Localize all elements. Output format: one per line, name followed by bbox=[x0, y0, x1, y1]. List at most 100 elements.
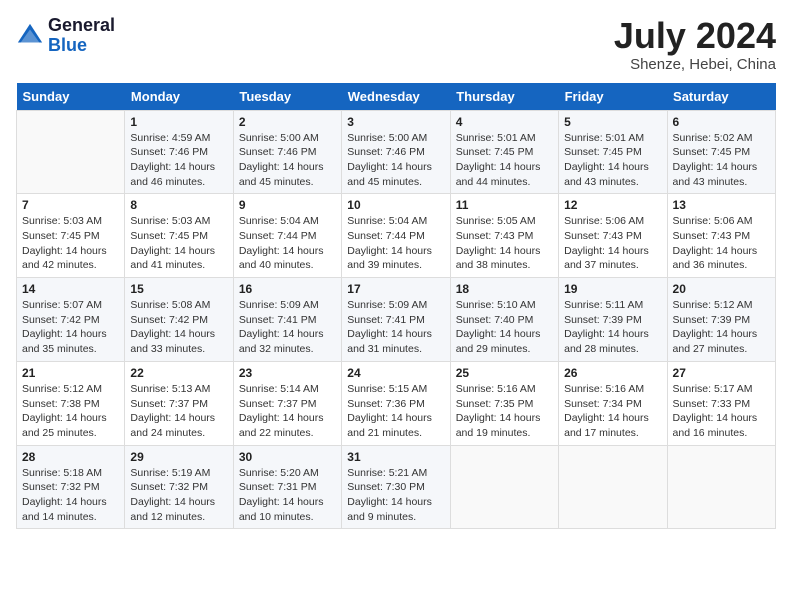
day-number: 10 bbox=[347, 198, 444, 212]
day-number: 27 bbox=[673, 366, 770, 380]
day-number: 28 bbox=[22, 450, 119, 464]
day-number: 2 bbox=[239, 115, 336, 129]
day-info: Sunrise: 5:12 AM Sunset: 7:38 PM Dayligh… bbox=[22, 382, 119, 441]
day-info: Sunrise: 5:19 AM Sunset: 7:32 PM Dayligh… bbox=[130, 466, 227, 525]
calendar-cell: 9 Sunrise: 5:04 AM Sunset: 7:44 PM Daylig… bbox=[233, 194, 341, 278]
calendar-cell: 29 Sunrise: 5:19 AM Sunset: 7:32 PM Dayli… bbox=[125, 445, 233, 529]
day-info: Sunrise: 5:05 AM Sunset: 7:43 PM Dayligh… bbox=[456, 214, 553, 273]
calendar-cell: 6 Sunrise: 5:02 AM Sunset: 7:45 PM Daylig… bbox=[667, 110, 775, 194]
day-of-week-header: Sunday bbox=[17, 83, 125, 111]
calendar-cell: 30 Sunrise: 5:20 AM Sunset: 7:31 PM Dayli… bbox=[233, 445, 341, 529]
day-of-week-header: Friday bbox=[559, 83, 667, 111]
day-number: 5 bbox=[564, 115, 661, 129]
day-info: Sunrise: 5:01 AM Sunset: 7:45 PM Dayligh… bbox=[456, 131, 553, 190]
calendar-cell: 8 Sunrise: 5:03 AM Sunset: 7:45 PM Daylig… bbox=[125, 194, 233, 278]
day-number: 29 bbox=[130, 450, 227, 464]
calendar-cell: 17 Sunrise: 5:09 AM Sunset: 7:41 PM Dayli… bbox=[342, 278, 450, 362]
day-info: Sunrise: 5:13 AM Sunset: 7:37 PM Dayligh… bbox=[130, 382, 227, 441]
title-block: July 2024 Shenze, Hebei, China bbox=[614, 16, 776, 73]
day-number: 1 bbox=[130, 115, 227, 129]
day-info: Sunrise: 5:03 AM Sunset: 7:45 PM Dayligh… bbox=[130, 214, 227, 273]
calendar-cell bbox=[450, 445, 558, 529]
calendar-cell: 26 Sunrise: 5:16 AM Sunset: 7:34 PM Dayli… bbox=[559, 361, 667, 445]
location-subtitle: Shenze, Hebei, China bbox=[614, 56, 776, 73]
day-info: Sunrise: 5:15 AM Sunset: 7:36 PM Dayligh… bbox=[347, 382, 444, 441]
day-of-week-header: Thursday bbox=[450, 83, 558, 111]
day-info: Sunrise: 5:12 AM Sunset: 7:39 PM Dayligh… bbox=[673, 298, 770, 357]
day-info: Sunrise: 5:01 AM Sunset: 7:45 PM Dayligh… bbox=[564, 131, 661, 190]
calendar-cell bbox=[559, 445, 667, 529]
day-info: Sunrise: 5:00 AM Sunset: 7:46 PM Dayligh… bbox=[347, 131, 444, 190]
day-info: Sunrise: 5:16 AM Sunset: 7:34 PM Dayligh… bbox=[564, 382, 661, 441]
calendar-cell: 16 Sunrise: 5:09 AM Sunset: 7:41 PM Dayli… bbox=[233, 278, 341, 362]
day-number: 18 bbox=[456, 282, 553, 296]
day-info: Sunrise: 4:59 AM Sunset: 7:46 PM Dayligh… bbox=[130, 131, 227, 190]
day-number: 8 bbox=[130, 198, 227, 212]
day-info: Sunrise: 5:06 AM Sunset: 7:43 PM Dayligh… bbox=[564, 214, 661, 273]
calendar-cell: 13 Sunrise: 5:06 AM Sunset: 7:43 PM Dayli… bbox=[667, 194, 775, 278]
day-number: 25 bbox=[456, 366, 553, 380]
calendar-cell: 5 Sunrise: 5:01 AM Sunset: 7:45 PM Daylig… bbox=[559, 110, 667, 194]
day-of-week-header: Monday bbox=[125, 83, 233, 111]
day-info: Sunrise: 5:14 AM Sunset: 7:37 PM Dayligh… bbox=[239, 382, 336, 441]
day-info: Sunrise: 5:21 AM Sunset: 7:30 PM Dayligh… bbox=[347, 466, 444, 525]
day-number: 6 bbox=[673, 115, 770, 129]
day-of-week-header: Saturday bbox=[667, 83, 775, 111]
day-info: Sunrise: 5:18 AM Sunset: 7:32 PM Dayligh… bbox=[22, 466, 119, 525]
calendar-cell: 11Sunrise: 5:05 AM Sunset: 7:43 PM Dayli… bbox=[450, 194, 558, 278]
day-number: 15 bbox=[130, 282, 227, 296]
day-number: 3 bbox=[347, 115, 444, 129]
calendar-cell: 21 Sunrise: 5:12 AM Sunset: 7:38 PM Dayli… bbox=[17, 361, 125, 445]
day-info: Sunrise: 5:10 AM Sunset: 7:40 PM Dayligh… bbox=[456, 298, 553, 357]
logo: General Blue bbox=[16, 16, 115, 56]
calendar-cell: 3 Sunrise: 5:00 AM Sunset: 7:46 PM Daylig… bbox=[342, 110, 450, 194]
calendar-cell: 31Sunrise: 5:21 AM Sunset: 7:30 PM Dayli… bbox=[342, 445, 450, 529]
calendar-cell: 22Sunrise: 5:13 AM Sunset: 7:37 PM Dayli… bbox=[125, 361, 233, 445]
calendar-cell: 24 Sunrise: 5:15 AM Sunset: 7:36 PM Dayli… bbox=[342, 361, 450, 445]
day-info: Sunrise: 5:09 AM Sunset: 7:41 PM Dayligh… bbox=[239, 298, 336, 357]
day-number: 12 bbox=[564, 198, 661, 212]
day-number: 17 bbox=[347, 282, 444, 296]
day-info: Sunrise: 5:20 AM Sunset: 7:31 PM Dayligh… bbox=[239, 466, 336, 525]
day-number: 19 bbox=[564, 282, 661, 296]
day-info: Sunrise: 5:09 AM Sunset: 7:41 PM Dayligh… bbox=[347, 298, 444, 357]
day-info: Sunrise: 5:04 AM Sunset: 7:44 PM Dayligh… bbox=[347, 214, 444, 273]
day-number: 9 bbox=[239, 198, 336, 212]
calendar-table: SundayMondayTuesdayWednesdayThursdayFrid… bbox=[16, 83, 776, 530]
calendar-cell: 10 Sunrise: 5:04 AM Sunset: 7:44 PM Dayli… bbox=[342, 194, 450, 278]
day-info: Sunrise: 5:07 AM Sunset: 7:42 PM Dayligh… bbox=[22, 298, 119, 357]
day-number: 4 bbox=[456, 115, 553, 129]
day-number: 14 bbox=[22, 282, 119, 296]
calendar-cell: 2Sunrise: 5:00 AM Sunset: 7:46 PM Daylig… bbox=[233, 110, 341, 194]
day-info: Sunrise: 5:06 AM Sunset: 7:43 PM Dayligh… bbox=[673, 214, 770, 273]
page-header: General Blue July 2024 Shenze, Hebei, Ch… bbox=[16, 16, 776, 73]
calendar-week-row: 28 Sunrise: 5:18 AM Sunset: 7:32 PM Dayli… bbox=[17, 445, 776, 529]
calendar-cell bbox=[667, 445, 775, 529]
calendar-cell: 18 Sunrise: 5:10 AM Sunset: 7:40 PM Dayli… bbox=[450, 278, 558, 362]
calendar-cell: 23Sunrise: 5:14 AM Sunset: 7:37 PM Dayli… bbox=[233, 361, 341, 445]
calendar-cell: 4 Sunrise: 5:01 AM Sunset: 7:45 PM Daylig… bbox=[450, 110, 558, 194]
logo-blue: Blue bbox=[48, 36, 115, 56]
calendar-cell: 25 Sunrise: 5:16 AM Sunset: 7:35 PM Dayli… bbox=[450, 361, 558, 445]
day-number: 16 bbox=[239, 282, 336, 296]
day-number: 21 bbox=[22, 366, 119, 380]
day-number: 26 bbox=[564, 366, 661, 380]
day-info: Sunrise: 5:03 AM Sunset: 7:45 PM Dayligh… bbox=[22, 214, 119, 273]
logo-general: General bbox=[48, 16, 115, 36]
day-info: Sunrise: 5:04 AM Sunset: 7:44 PM Dayligh… bbox=[239, 214, 336, 273]
day-number: 13 bbox=[673, 198, 770, 212]
calendar-header-row: SundayMondayTuesdayWednesdayThursdayFrid… bbox=[17, 83, 776, 111]
calendar-cell: 28 Sunrise: 5:18 AM Sunset: 7:32 PM Dayli… bbox=[17, 445, 125, 529]
calendar-cell: 15Sunrise: 5:08 AM Sunset: 7:42 PM Dayli… bbox=[125, 278, 233, 362]
logo-text: General Blue bbox=[48, 16, 115, 56]
calendar-cell: 12 Sunrise: 5:06 AM Sunset: 7:43 PM Dayli… bbox=[559, 194, 667, 278]
day-info: Sunrise: 5:16 AM Sunset: 7:35 PM Dayligh… bbox=[456, 382, 553, 441]
day-info: Sunrise: 5:02 AM Sunset: 7:45 PM Dayligh… bbox=[673, 131, 770, 190]
day-number: 7 bbox=[22, 198, 119, 212]
day-number: 30 bbox=[239, 450, 336, 464]
calendar-week-row: 7 Sunrise: 5:03 AM Sunset: 7:45 PM Daylig… bbox=[17, 194, 776, 278]
day-number: 24 bbox=[347, 366, 444, 380]
day-info: Sunrise: 5:11 AM Sunset: 7:39 PM Dayligh… bbox=[564, 298, 661, 357]
calendar-cell bbox=[17, 110, 125, 194]
calendar-week-row: 1 Sunrise: 4:59 AM Sunset: 7:46 PM Daylig… bbox=[17, 110, 776, 194]
